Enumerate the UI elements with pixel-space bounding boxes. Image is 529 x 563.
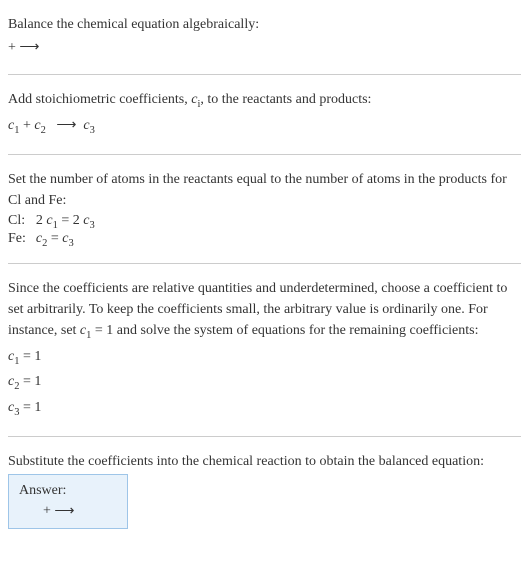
atom-label-fe: Fe: [8, 231, 36, 249]
arrow-icon: ⟶ [54, 503, 74, 520]
section-coefficients: Add stoichiometric coefficients, ci, to … [8, 83, 521, 155]
atom-eq-cl: 2 c1 = 2 c3 [36, 213, 95, 231]
atom-label-cl: Cl: [8, 213, 36, 231]
atom-eq-fe: c2 = c3 [36, 231, 95, 249]
c3: c3 [83, 118, 94, 133]
section5-title: Substitute the coefficients into the che… [8, 451, 521, 472]
eq-plus: + [8, 40, 19, 55]
cs2: 3 [89, 220, 94, 231]
answer-label: Answer: [19, 483, 117, 499]
s4-p2: = 1 and solve the system of equations fo… [91, 323, 478, 338]
result-2: c2 = 1 [8, 371, 521, 395]
lhs: 2 [36, 213, 47, 228]
cvar: c1 [46, 213, 57, 228]
rc2: c2 [8, 374, 19, 389]
rcv: = 1 [19, 400, 41, 415]
c2-sub: 2 [41, 125, 46, 136]
cvar2: c3 [83, 213, 94, 228]
rc1: c1 [8, 349, 19, 364]
arrow-icon: ⟶ [56, 115, 76, 136]
c2: c2 [34, 118, 45, 133]
section1-title: Balance the chemical equation algebraica… [8, 14, 521, 35]
section-balance-intro: Balance the chemical equation algebraica… [8, 8, 521, 75]
section-substitute: Substitute the coefficients into the che… [8, 445, 521, 535]
c3-sub: 3 [90, 125, 95, 136]
s2-title-p2: , to the reactants and products: [200, 92, 371, 107]
result-1: c1 = 1 [8, 346, 521, 370]
answer-equation: + ⟶ [19, 503, 117, 520]
eqs: = 2 [58, 213, 83, 228]
c1-sub: 1 [14, 125, 19, 136]
rcv: = 1 [19, 374, 41, 389]
section1-equation: + ⟶ [8, 37, 521, 58]
cs2: 3 [68, 238, 73, 249]
arrow-icon: ⟶ [19, 37, 39, 58]
s2-title-p1: Add stoichiometric coefficients, [8, 92, 191, 107]
answer-plus: + [43, 504, 54, 519]
atom-equations: Cl: 2 c1 = 2 c3 Fe: c2 = c3 [8, 213, 95, 249]
plus1: + [23, 118, 34, 133]
section4-text: Since the coefficients are relative quan… [8, 278, 521, 344]
c1: c1 [8, 118, 19, 133]
cvar2: c3 [62, 231, 73, 246]
rc3: c3 [8, 400, 19, 415]
eqs: = [47, 231, 62, 246]
table-row: Fe: c2 = c3 [8, 231, 95, 249]
answer-box: Answer: + ⟶ [8, 474, 128, 529]
section3-title: Set the number of atoms in the reactants… [8, 169, 521, 211]
s4-var: c1 [80, 323, 91, 338]
result-3: c3 = 1 [8, 397, 521, 421]
table-row: Cl: 2 c1 = 2 c3 [8, 213, 95, 231]
cvar: c2 [36, 231, 47, 246]
section-solve: Since the coefficients are relative quan… [8, 272, 521, 437]
section-atom-balance: Set the number of atoms in the reactants… [8, 163, 521, 264]
section2-title: Add stoichiometric coefficients, ci, to … [8, 89, 521, 113]
section2-equation: c1 + c2 ⟶ c3 [8, 115, 521, 139]
rcv: = 1 [19, 349, 41, 364]
